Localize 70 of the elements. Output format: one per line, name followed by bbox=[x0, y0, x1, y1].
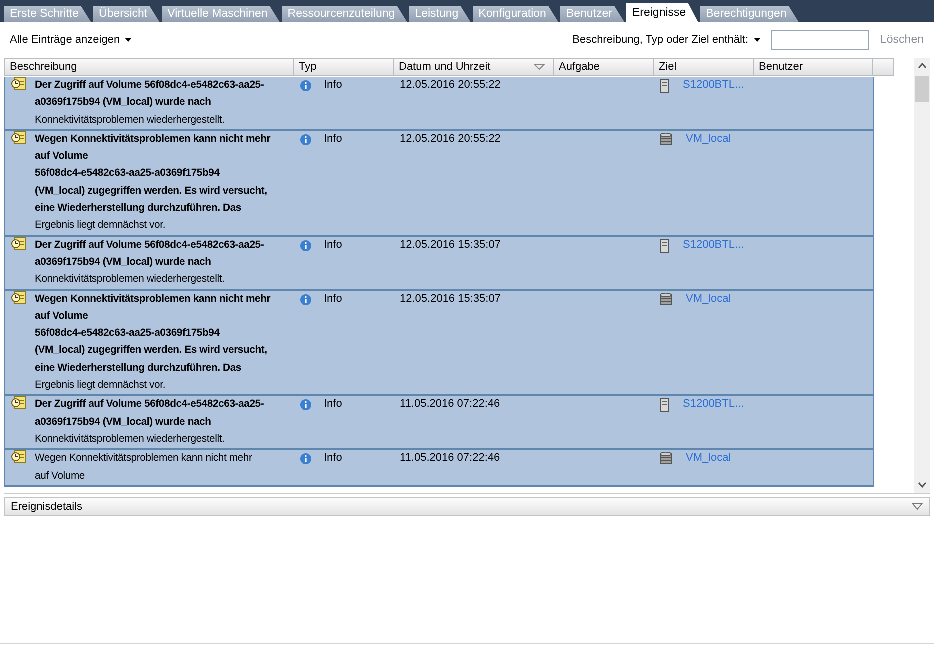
clear-button[interactable]: Löschen bbox=[880, 34, 924, 46]
target-link[interactable]: VM_local bbox=[686, 290, 732, 308]
event-datetime: 12.05.2016 20:55:22 bbox=[400, 78, 501, 93]
scroll-up-icon[interactable] bbox=[918, 63, 926, 69]
event-datetime: 12.05.2016 20:55:22 bbox=[400, 132, 501, 147]
expand-icon[interactable] bbox=[912, 503, 923, 510]
tab[interactable]: Leistung bbox=[409, 6, 471, 22]
event-icon bbox=[11, 236, 27, 251]
column-header[interactable]: Typ bbox=[294, 59, 394, 75]
event-description: Wegen Konnektivitätsproblemen kann nicht mehr auf Volume 56f08dc4-e5482c63-aa25-a0369f175b94 (VM_local) zugegriffen werden. Es wird versucht, eine Wiederherstellung durchzuführen. Das Ergebnis liegt demnächst vor. bbox=[35, 132, 271, 234]
event-description: Wegen Konnektivitätsproblemen kann nicht mehr auf Volume 56f08dc4-e5482c63-aa25-a0369f175b94 (VM_local) zugegriffen werden. Es wird versucht, eine Wiederherstellung durchzuführen. Das Ergebnis liegt demnächst vor. bbox=[35, 292, 271, 394]
event-description: Der Zugriff auf Volume 56f08dc4-e5482c63-aa25- a0369f175b94 (VM_local) wurde nach Konnektivitätsproblemen wiederhergestellt. bbox=[35, 79, 264, 128]
event-type: Info bbox=[324, 78, 342, 93]
column-header[interactable]: Ziel bbox=[654, 59, 754, 75]
event-icon bbox=[11, 77, 27, 91]
event-datetime: 11.05.2016 07:22:46 bbox=[400, 397, 500, 412]
tab[interactable]: Erste Schritte bbox=[4, 6, 92, 22]
caret-icon bbox=[754, 38, 761, 42]
tab[interactable]: Berechtigungen bbox=[700, 6, 799, 22]
tab[interactable]: Benutzer bbox=[560, 6, 624, 22]
event-icon bbox=[11, 130, 27, 145]
event-icon bbox=[11, 396, 27, 410]
event-type: Info bbox=[324, 451, 342, 466]
event-icon bbox=[11, 290, 27, 305]
event-row[interactable]: Der Zugriff auf Volume 56f08dc4-e5482c63-aa25- a0369f175b94 (VM_local) wurde nach Konnektivitätsproblemen wiederhergestellt. Info 12.05.2016 15:35:07 S1200BTL... bbox=[4, 236, 874, 291]
tab[interactable]: Ressourcenzuteilung bbox=[282, 6, 408, 22]
target-link[interactable]: VM_local bbox=[686, 450, 732, 468]
target-link[interactable]: S1200BTL... bbox=[683, 396, 744, 414]
event-type: Info bbox=[324, 397, 342, 412]
details-panel-header[interactable]: Ereignisdetails bbox=[4, 497, 930, 516]
event-row[interactable]: Der Zugriff auf Volume 56f08dc4-e5482c63-aa25- a0369f175b94 (VM_local) wurde nach Konnektivitätsproblemen wiederhergestellt. Info 11.05.2016 07:22:46 S1200BTL... bbox=[4, 396, 874, 450]
tab[interactable]: Virtuelle Maschinen bbox=[162, 6, 280, 22]
event-icon bbox=[11, 450, 27, 464]
event-row[interactable]: Wegen Konnektivitätsproblemen kann nicht mehr auf Volume Info 11.05.2016 07:22:46 VM_local bbox=[4, 450, 874, 487]
column-header[interactable]: Datum und Uhrzeit bbox=[394, 59, 554, 75]
event-row[interactable] bbox=[4, 290, 874, 396]
tab[interactable]: Konfiguration bbox=[472, 6, 558, 22]
event-description: Der Zugriff auf Volume 56f08dc4-e5482c63-aa25- a0369f175b94 (VM_local) wurde nach Konnektivitätsproblemen wiederhergestellt. bbox=[35, 398, 264, 447]
event-description: Der Zugriff auf Volume 56f08dc4-e5482c63-aa25- a0369f175b94 (VM_local) wurde nach Konnektivitätsproblemen wiederhergestellt. bbox=[35, 238, 264, 288]
column-header[interactable]: Aufgabe bbox=[554, 59, 654, 75]
event-datetime: 12.05.2016 15:35:07 bbox=[400, 292, 501, 307]
scroll-down-icon[interactable] bbox=[918, 482, 926, 488]
scrollbar[interactable] bbox=[914, 58, 930, 493]
filter-dropdown[interactable]: Beschreibung, Typ oder Ziel enthält: bbox=[572, 34, 761, 46]
target-link[interactable]: S1200BTL... bbox=[683, 236, 744, 254]
panel-title: Ereignisdetails bbox=[11, 500, 83, 512]
caret-icon bbox=[125, 38, 132, 42]
scroll-thumb[interactable] bbox=[915, 76, 929, 102]
event-type: Info bbox=[324, 238, 342, 253]
event-type: Info bbox=[324, 132, 342, 147]
event-type: Info bbox=[324, 292, 342, 307]
info-icon bbox=[300, 80, 312, 92]
info-icon bbox=[300, 134, 312, 146]
target-link[interactable]: VM_local bbox=[686, 130, 732, 148]
info-icon bbox=[300, 453, 312, 466]
event-row[interactable] bbox=[4, 130, 874, 237]
search-field[interactable] bbox=[770, 30, 869, 50]
event-datetime: 12.05.2016 15:35:07 bbox=[400, 238, 501, 253]
info-icon bbox=[300, 294, 312, 306]
event-datetime: 11.05.2016 07:22:46 bbox=[400, 451, 500, 466]
info-icon bbox=[300, 399, 312, 412]
column-header[interactable]: Benutzer bbox=[754, 59, 873, 75]
target-link[interactable]: S1200BTL... bbox=[683, 77, 744, 94]
info-icon bbox=[300, 240, 312, 252]
event-description: Wegen Konnektivitätsproblemen kann nicht mehr auf Volume bbox=[35, 452, 252, 484]
event-row[interactable]: Der Zugriff auf Volume 56f08dc4-e5482c63-aa25- a0369f175b94 (VM_local) wurde nach Konnektivitätsproblemen wiederhergestellt. Info 12.05.2016 20:55:22 S1200BTL... bbox=[4, 77, 874, 131]
tab[interactable]: Ereignisse bbox=[626, 3, 698, 22]
column-header[interactable]: Beschreibung bbox=[5, 59, 294, 75]
tab[interactable]: Übersicht bbox=[93, 6, 160, 22]
view-dropdown[interactable]: Alle Einträge anzeigen bbox=[10, 34, 132, 46]
